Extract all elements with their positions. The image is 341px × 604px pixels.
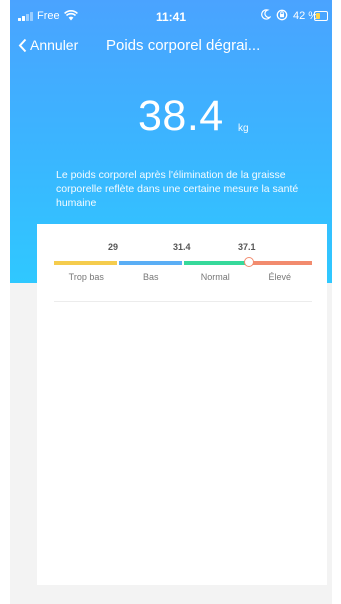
- range-label: Trop bas: [68, 272, 104, 282]
- battery-icon: [314, 11, 328, 21]
- back-button-label: Annuler: [30, 37, 79, 53]
- metric-unit: kg: [238, 123, 249, 134]
- range-label: Élevé: [268, 272, 291, 282]
- range-bar: [54, 261, 312, 265]
- range-segment: [119, 261, 182, 265]
- range-card: 29 31.4 37.1 Trop bas Bas Normal Élevé: [37, 224, 327, 585]
- metric-description: Le poids corporel après l'élimination de…: [56, 169, 299, 209]
- range-label: Normal: [200, 272, 230, 282]
- back-button[interactable]: Annuler: [18, 37, 78, 53]
- current-value-marker: [244, 257, 254, 267]
- range-segment: [184, 261, 247, 265]
- moon-icon: [260, 9, 272, 23]
- threshold-values: 29 31.4 37.1: [37, 242, 327, 256]
- chevron-left-icon: [18, 38, 27, 52]
- threshold-value: 31.4: [173, 242, 191, 252]
- orientation-lock-icon: [276, 9, 288, 24]
- phone-screen: Free 11:41 42 % Annuler Poids corporel d…: [10, 0, 332, 604]
- threshold-value: 37.1: [238, 242, 256, 252]
- threshold-value: 29: [108, 242, 119, 252]
- range-label: Bas: [142, 272, 159, 282]
- metric-display: 38.4 kg: [10, 92, 332, 142]
- metric-value: 38.4: [138, 92, 224, 140]
- navigation-bar: Annuler Poids corporel dégrai...: [10, 30, 332, 62]
- range-labels: Trop bas Bas Normal Élevé: [54, 272, 312, 282]
- range-segment: [249, 261, 312, 265]
- range-segment: [54, 261, 117, 265]
- page-title: Poids corporel dégrai...: [106, 37, 261, 54]
- divider: [54, 301, 312, 302]
- status-bar: Free 11:41 42 %: [10, 0, 332, 30]
